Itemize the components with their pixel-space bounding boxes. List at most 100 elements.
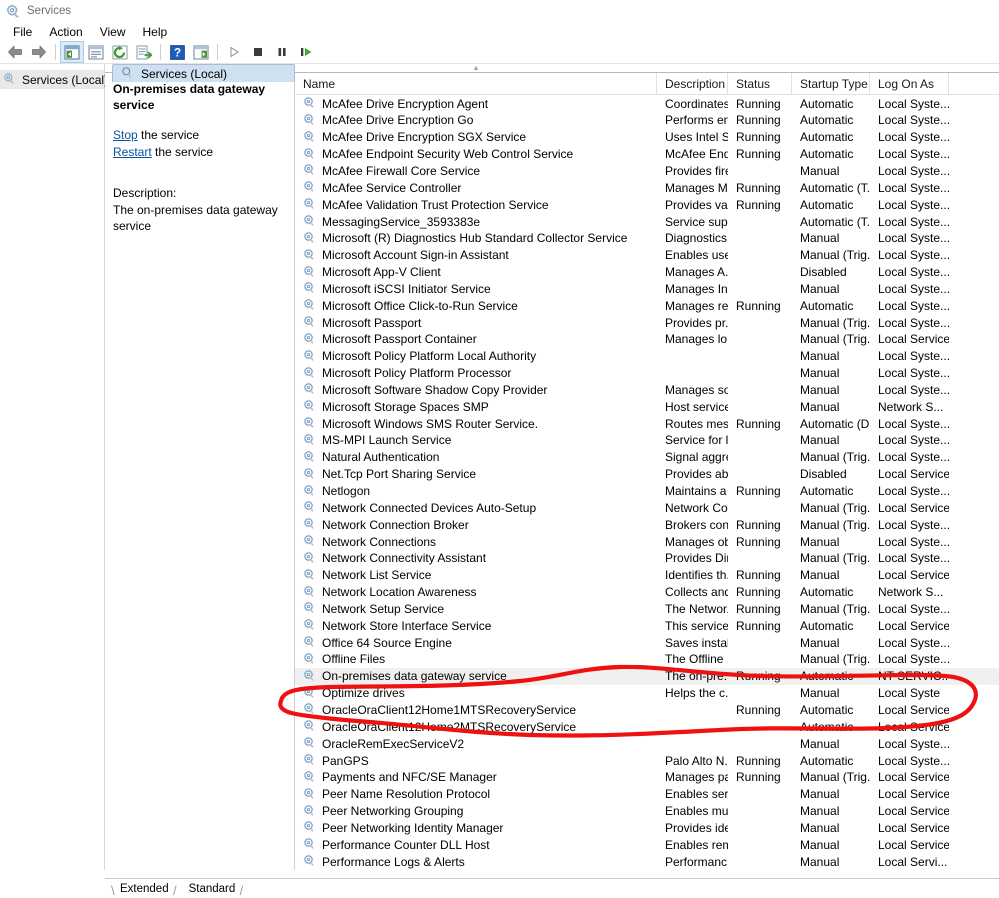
table-row[interactable]: McAfee Firewall Core Service Provides fir…: [295, 163, 999, 180]
start-service-button[interactable]: [222, 41, 246, 63]
cell-description: Signal aggre...: [665, 450, 728, 465]
table-row[interactable]: Network Connectivity Assistant Provides D…: [295, 550, 999, 567]
table-row[interactable]: Network Connected Devices Auto-Setup Netw…: [295, 499, 999, 516]
table-row[interactable]: Network Setup Service The Networ... Runnin…: [295, 601, 999, 618]
cell-description: Manages Int...: [665, 281, 728, 296]
menu-help[interactable]: Help: [135, 23, 177, 41]
cell-description: Performanc...: [665, 854, 728, 869]
table-row[interactable]: MS-MPI Launch Service Service for l... Man…: [295, 432, 999, 449]
table-row[interactable]: Performance Logs & Alerts Performanc... Ma…: [295, 853, 999, 870]
pause-service-button[interactable]: [270, 41, 294, 63]
services-gear-icon: [303, 753, 318, 768]
cell-description: The Networ...: [665, 601, 728, 616]
table-row[interactable]: Microsoft (R) Diagnostics Hub Standard C…: [295, 230, 999, 247]
table-row[interactable]: Optimize drives Helps the c... Manual Local…: [295, 685, 999, 702]
table-row[interactable]: Microsoft Policy Platform Local Authorit…: [295, 348, 999, 365]
table-row[interactable]: Network Connections Manages ob... Running M…: [295, 533, 999, 550]
cell-logon: Local Syste...: [878, 315, 949, 330]
restart-service-link[interactable]: Restart: [113, 145, 152, 159]
table-row[interactable]: McAfee Drive Encryption SGX Service Uses …: [295, 129, 999, 146]
menu-action[interactable]: Action: [41, 23, 91, 41]
table-row[interactable]: Microsoft Account Sign-in Assistant Enabl…: [295, 247, 999, 264]
show-action-pane-button[interactable]: [189, 41, 213, 63]
cell-logon: Local Syste...: [878, 248, 949, 263]
table-row[interactable]: McAfee Endpoint Security Web Control Ser…: [295, 146, 999, 163]
table-row[interactable]: PanGPS Palo Alto N... Running Automatic Loca…: [295, 752, 999, 769]
table-row[interactable]: McAfee Drive Encryption Go Performs en...…: [295, 112, 999, 129]
table-row[interactable]: Microsoft Office Click-to-Run Service Man…: [295, 297, 999, 314]
cell-startup: Manual: [800, 163, 840, 178]
window-title-bar: Services: [0, 0, 999, 22]
stop-service-link[interactable]: Stop: [113, 128, 138, 142]
cell-startup: Manual (Trig...: [800, 500, 870, 515]
table-row[interactable]: OracleRemExecServiceV2 Manual Local Syste.…: [295, 735, 999, 752]
tab-extended[interactable]: \ Extended /: [109, 882, 178, 898]
menu-view[interactable]: View: [92, 23, 135, 41]
table-row[interactable]: McAfee Drive Encryption Agent Coordinates…: [295, 95, 999, 112]
table-row[interactable]: Network Location Awareness Collects and..…: [295, 584, 999, 601]
table-row[interactable]: Office 64 Source Engine Saves install... M…: [295, 634, 999, 651]
table-row[interactable]: Peer Networking Identity Manager Provides…: [295, 819, 999, 836]
table-row[interactable]: Microsoft iSCSI Initiator Service Manages…: [295, 280, 999, 297]
table-row[interactable]: Peer Name Resolution Protocol Enables ser…: [295, 786, 999, 803]
services-gear-icon: [303, 416, 318, 431]
restart-service-action[interactable]: Restart the service: [113, 144, 288, 160]
table-row[interactable]: Microsoft Storage Spaces SMP Host service…: [295, 398, 999, 415]
cell-logon: Local Service: [878, 500, 949, 515]
help-button[interactable]: ?: [165, 41, 189, 63]
table-row[interactable]: Netlogon Maintains a ... Running Automatic L…: [295, 483, 999, 500]
table-row[interactable]: Network Store Interface Service This serv…: [295, 617, 999, 634]
column-header-startup[interactable]: Startup Type: [792, 73, 870, 95]
tree-item-services-local[interactable]: Services (Local): [0, 70, 108, 89]
back-button[interactable]: [3, 41, 27, 63]
column-header-description[interactable]: Description: [657, 73, 728, 95]
refresh-button[interactable]: [108, 41, 132, 63]
table-row[interactable]: OracleOraClient12Home1MTSRecoveryService…: [295, 702, 999, 719]
cell-name: McAfee Service Controller: [295, 180, 657, 195]
service-name-text: Microsoft Policy Platform Processor: [322, 366, 512, 381]
table-row[interactable]: Peer Networking Grouping Enables mul... Ma…: [295, 803, 999, 820]
tab-services-local[interactable]: Services (Local): [112, 64, 295, 82]
services-gear-icon: [303, 585, 318, 600]
column-header-logon[interactable]: Log On As: [870, 73, 949, 95]
tab-left-slash-icon: \: [111, 883, 115, 898]
cell-name: McAfee Firewall Core Service: [295, 163, 657, 178]
restart-service-button[interactable]: [294, 41, 318, 63]
cell-logon: Local Syste...: [878, 349, 949, 364]
table-row[interactable]: McAfee Service Controller Manages M... Run…: [295, 179, 999, 196]
tab-standard[interactable]: Standard /: [178, 882, 245, 898]
table-row[interactable]: Microsoft Windows SMS Router Service. Rou…: [295, 415, 999, 432]
services-gear-icon: [303, 281, 318, 296]
table-row[interactable]: Microsoft Policy Platform Processor Manua…: [295, 365, 999, 382]
stop-service-button[interactable]: [246, 41, 270, 63]
cell-description: Enables mul...: [665, 804, 728, 819]
table-row[interactable]: Performance Counter DLL Host Enables rem.…: [295, 836, 999, 853]
export-list-button[interactable]: [132, 41, 156, 63]
table-row[interactable]: Net.Tcp Port Sharing Service Provides abi…: [295, 466, 999, 483]
table-row[interactable]: On-premises data gateway service The on-p…: [295, 667, 999, 685]
table-row[interactable]: Network Connection Broker Brokers con... R…: [295, 516, 999, 533]
forward-button[interactable]: [27, 41, 51, 63]
cell-name: Microsoft Passport: [295, 315, 657, 330]
table-row[interactable]: Network List Service Identifies th... Runn…: [295, 567, 999, 584]
table-row[interactable]: OracleOraClient12Home2MTSRecoveryService…: [295, 718, 999, 735]
column-header-name[interactable]: Name ▲: [295, 65, 657, 95]
cell-name: OracleOraClient12Home2MTSRecoveryService: [295, 719, 657, 734]
table-row[interactable]: Payments and NFC/SE Manager Manages pa...…: [295, 769, 999, 786]
stop-service-action[interactable]: Stop the service: [113, 127, 288, 143]
table-row[interactable]: Microsoft Software Shadow Copy Provider M…: [295, 382, 999, 399]
services-gear-icon: [303, 349, 318, 364]
table-row[interactable]: Microsoft App-V Client Manages A... Disabl…: [295, 264, 999, 281]
table-row[interactable]: Offline Files The Offline ... Manual (Trig…: [295, 651, 999, 668]
menu-file[interactable]: File: [5, 23, 41, 41]
show-hide-console-tree-button[interactable]: [60, 41, 84, 63]
cell-logon: Local Service: [878, 837, 949, 852]
table-row[interactable]: McAfee Validation Trust Protection Servi…: [295, 196, 999, 213]
cell-description: Provides ide...: [665, 820, 728, 835]
properties-button[interactable]: [84, 41, 108, 63]
table-row[interactable]: Microsoft Passport Provides pr... Manual (…: [295, 314, 999, 331]
table-row[interactable]: Natural Authentication Signal aggre... Man…: [295, 449, 999, 466]
table-row[interactable]: Microsoft Passport Container Manages lo..…: [295, 331, 999, 348]
table-row[interactable]: MessagingService_3593383e Service sup... A…: [295, 213, 999, 230]
column-header-status[interactable]: Status: [728, 73, 792, 95]
